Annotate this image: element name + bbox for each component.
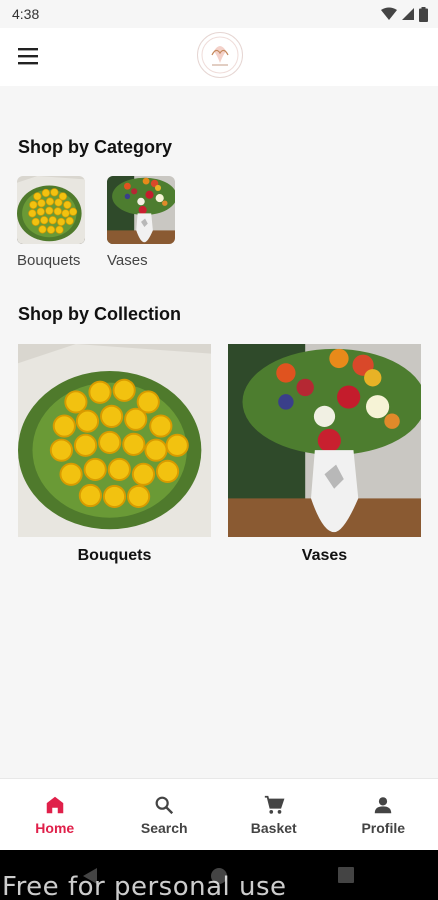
- bottom-nav: Home Search Basket Profile: [0, 778, 438, 850]
- collection-section-title: Shop by Collection: [18, 304, 182, 324]
- cart-icon: [264, 795, 285, 814]
- nav-search[interactable]: Search: [110, 779, 220, 850]
- collection-bouquets-image: [18, 344, 211, 537]
- status-icons: [381, 6, 428, 22]
- collection-vases-image: [228, 344, 421, 537]
- nav-profile-label: Profile: [361, 819, 406, 836]
- category-item-vases[interactable]: Vases: [107, 176, 177, 269]
- nav-profile[interactable]: Profile: [329, 779, 438, 850]
- recents-icon[interactable]: [338, 867, 354, 883]
- nav-basket[interactable]: Basket: [219, 779, 329, 850]
- category-label: Vases: [107, 252, 148, 269]
- nav-basket-label: Basket: [250, 819, 297, 836]
- menu-icon[interactable]: [18, 47, 38, 65]
- watermark-text: Free for personal use: [2, 872, 287, 900]
- category-bouquets-image: [17, 176, 85, 244]
- nav-home[interactable]: Home: [0, 779, 110, 850]
- category-section-title: Shop by Category: [18, 137, 173, 157]
- battery-icon: [419, 6, 428, 22]
- search-icon: [155, 796, 174, 814]
- status-bar: 4:38: [0, 0, 438, 28]
- collection-label: Bouquets: [77, 547, 152, 564]
- home-icon: [46, 796, 63, 813]
- category-vases-image: [107, 176, 175, 244]
- collection-item-vases[interactable]: Vases: [228, 344, 421, 565]
- collection-label: Vases: [301, 547, 348, 564]
- logo-icon: [201, 36, 239, 74]
- app-header: [0, 28, 438, 86]
- nav-search-label: Search: [140, 819, 188, 836]
- nav-home-label: Home: [35, 819, 75, 836]
- collection-item-bouquets[interactable]: Bouquets: [18, 344, 211, 565]
- category-label: Bouquets: [17, 252, 81, 269]
- status-time: 4:38: [12, 6, 40, 22]
- category-item-bouquets[interactable]: Bouquets: [17, 176, 87, 269]
- signal-icon: [402, 8, 414, 20]
- brand-logo[interactable]: [197, 32, 243, 78]
- person-icon: [375, 796, 392, 813]
- wifi-icon: [381, 7, 397, 20]
